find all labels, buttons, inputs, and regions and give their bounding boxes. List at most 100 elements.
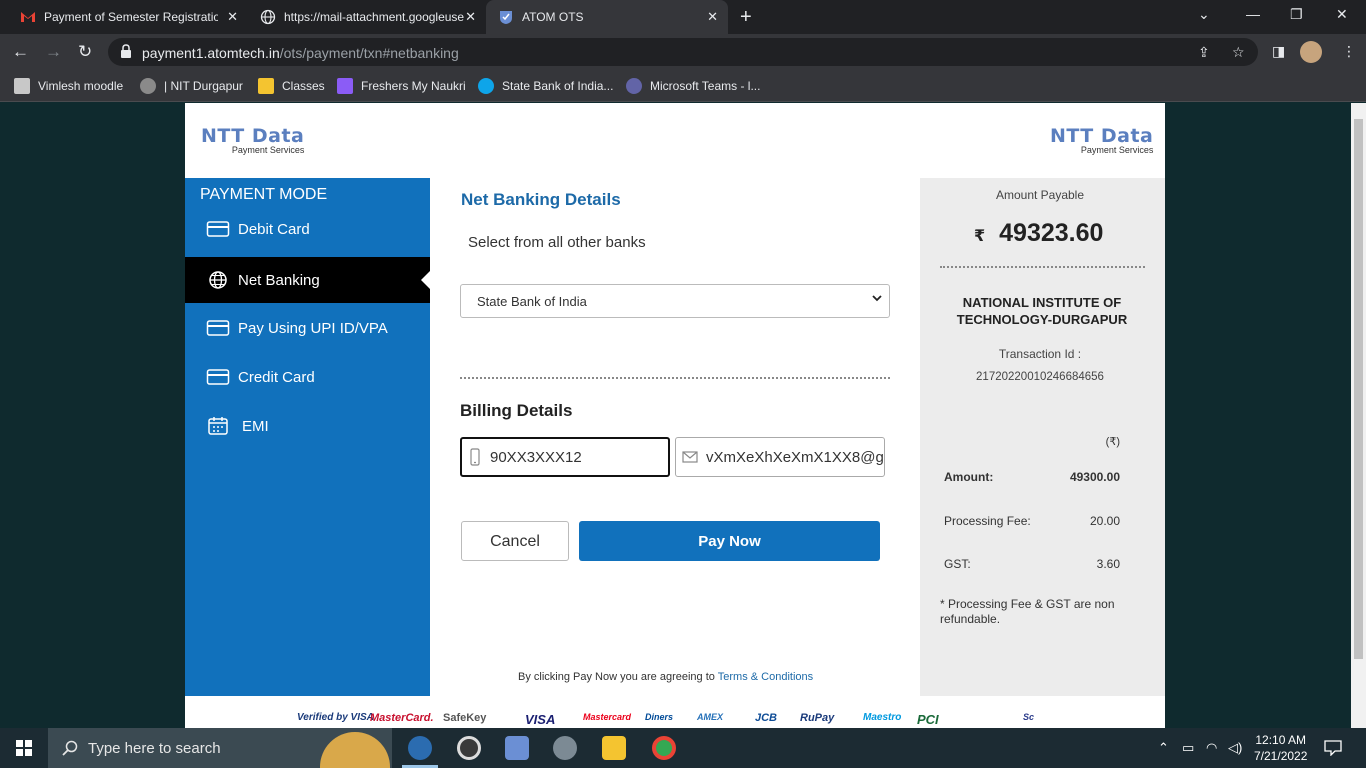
clock-time: 12:10 AM: [1255, 733, 1307, 747]
chrome-app-icon[interactable]: [652, 736, 676, 760]
avatar[interactable]: [1300, 41, 1322, 63]
gst-row: GST: 3.60: [944, 557, 1120, 571]
sidebar-item-emi[interactable]: EMI: [185, 403, 430, 449]
wifi-icon[interactable]: ◠: [1206, 740, 1217, 756]
bookmark-item[interactable]: Freshers My Naukri: [337, 77, 466, 95]
bank-select[interactable]: State Bank of India: [460, 284, 890, 318]
bank-selected-value: State Bank of India: [477, 294, 587, 309]
processing-fee-row: Processing Fee: 20.00: [944, 514, 1120, 528]
clock-date: 7/21/2022: [1254, 749, 1308, 763]
bookmark-item[interactable]: Classes: [258, 77, 325, 95]
bookmark-icon: [626, 78, 642, 94]
card-icon: [206, 369, 230, 385]
email-field[interactable]: vXmXeXhXeXmX1XX8@gXXXX.com: [675, 437, 885, 477]
chrome-profile-app-icon[interactable]: [408, 736, 432, 760]
tab-title: https://mail-attachment.googleuserconten…: [284, 10, 464, 24]
bookmark-icon: [337, 78, 353, 94]
bookmark-icon: [14, 78, 30, 94]
mastercard-circles-logo: Mastercard: [583, 712, 632, 722]
amount-payable-label: Amount Payable: [995, 188, 1085, 202]
sidebar-item-debit-card[interactable]: Debit Card: [185, 206, 430, 252]
lock-icon: [121, 44, 131, 58]
url-input[interactable]: payment1.atomtech.in/ots/payment/txn#net…: [108, 38, 1258, 66]
tab-search-icon[interactable]: ⌄: [1198, 6, 1210, 23]
taskbar-clock[interactable]: 12:10 AM 7/21/2022: [1254, 732, 1307, 764]
bookmark-item[interactable]: Microsoft Teams - l...: [626, 77, 760, 95]
row-value: 49300.00: [1069, 470, 1120, 484]
calendar-icon: [208, 417, 228, 435]
url-host: payment1.atomtech.in: [142, 45, 280, 61]
bookmark-item[interactable]: Vimlesh moodle: [14, 77, 123, 95]
bookmark-item[interactable]: State Bank of India...: [478, 77, 613, 95]
forward-arrow-icon[interactable]: →: [45, 42, 62, 62]
notifications-icon[interactable]: [1324, 740, 1342, 756]
card-icon: [206, 221, 230, 237]
sidebar-item-label: Net Banking: [238, 271, 320, 289]
globe-icon: [260, 9, 276, 25]
sidebar-item-upi[interactable]: Pay Using UPI ID/VPA: [185, 305, 430, 351]
bookmark-label: Freshers My Naukri: [361, 79, 466, 93]
browser-tab-gmail[interactable]: Payment of Semester Registration ✕: [0, 0, 248, 34]
phone-field[interactable]: 90XX3XXX12: [460, 437, 670, 477]
taskbar-search-input[interactable]: Type here to search: [48, 728, 392, 768]
amount-summary-panel: Amount Payable ₹49323.60 NATIONAL INSTIT…: [920, 178, 1165, 696]
battery-icon[interactable]: ▭: [1182, 740, 1194, 756]
atom-icon: [500, 11, 512, 24]
bookmark-icon: [478, 78, 494, 94]
phone-icon: [470, 448, 480, 466]
reload-icon[interactable]: ↻: [78, 42, 92, 62]
gmail-icon: [21, 12, 35, 22]
restore-button[interactable]: ❐: [1290, 6, 1303, 23]
terms-link[interactable]: Terms & Conditions: [718, 671, 813, 683]
bookmark-icon: [140, 78, 156, 94]
pay-now-button[interactable]: Pay Now: [579, 521, 880, 561]
close-window-button[interactable]: ✕: [1336, 6, 1348, 23]
close-tab-icon[interactable]: ✕: [707, 9, 718, 25]
sidebar-item-label: Credit Card: [238, 368, 315, 386]
minimize-button[interactable]: —: [1246, 6, 1260, 22]
side-panel-icon[interactable]: ◨: [1272, 43, 1285, 60]
menu-kebab-icon[interactable]: ⋮: [1342, 43, 1356, 60]
tab-title: ATOM OTS: [522, 10, 584, 24]
file-explorer-icon[interactable]: [602, 736, 626, 760]
sidebar-item-label: Pay Using UPI ID/VPA: [238, 319, 388, 337]
row-value: 20.00: [1089, 514, 1120, 528]
search-highlight-illustration: [320, 732, 390, 768]
close-tab-icon[interactable]: ✕: [465, 9, 476, 25]
security-badge-logo: Sc: [1023, 712, 1035, 722]
windows-start-icon[interactable]: [16, 740, 32, 756]
globe-icon: [209, 271, 227, 289]
terms-prefix: By clicking Pay Now you are agreeing to: [518, 671, 715, 683]
bookmark-label: | NIT Durgapur: [164, 79, 243, 93]
ntt-data-logo-right: NTT Data Payment Services: [1050, 125, 1153, 155]
bookmark-label: State Bank of India...: [502, 79, 614, 93]
card-logos-strip: Verified by VISA MasterCard. SafeKey VIS…: [185, 708, 1165, 728]
page-scrollbar[interactable]: [1351, 103, 1366, 728]
rupee-icon: ₹: [974, 228, 986, 245]
scrollbar-thumb[interactable]: [1354, 119, 1363, 659]
tab-title: Payment of Semester Registration: [44, 10, 218, 24]
brand-name: NTT Data: [1050, 125, 1154, 147]
share-icon[interactable]: ⇪: [1198, 44, 1210, 61]
browser-tab-attachment[interactable]: https://mail-attachment.googleuserconten…: [248, 0, 486, 34]
bookmark-label: Classes: [282, 79, 325, 93]
browser-tab-atom-ots[interactable]: ATOM OTS ✕: [486, 0, 728, 34]
chevron-up-icon[interactable]: ⌃: [1158, 740, 1169, 756]
close-tab-icon[interactable]: ✕: [227, 9, 238, 25]
volume-icon[interactable]: ◁): [1228, 740, 1242, 756]
cancel-button[interactable]: Cancel: [461, 521, 569, 561]
bookmark-item[interactable]: | NIT Durgapur: [140, 77, 243, 95]
sidebar-item-credit-card[interactable]: Credit Card: [185, 354, 430, 400]
url-path: /ots/payment/txn#netbanking: [279, 45, 459, 61]
sidebar-item-net-banking[interactable]: Net Banking: [185, 257, 430, 303]
transaction-label: Transaction Id :: [998, 347, 1082, 361]
bookmark-star-icon[interactable]: ☆: [1232, 44, 1245, 61]
chevron-down-icon: [872, 295, 882, 302]
media-app-icon[interactable]: [457, 736, 481, 760]
institute-name: NATIONAL INSTITUTE OF TECHNOLOGY-DURGAPU…: [956, 295, 1128, 327]
new-tab-button[interactable]: +: [740, 6, 752, 29]
back-arrow-icon[interactable]: ←: [12, 42, 29, 62]
bookmarks-bar: Vimlesh moodle | NIT Durgapur Classes Fr…: [0, 70, 1366, 102]
settings-gear-icon[interactable]: [553, 736, 577, 760]
store-app-icon[interactable]: [505, 736, 529, 760]
